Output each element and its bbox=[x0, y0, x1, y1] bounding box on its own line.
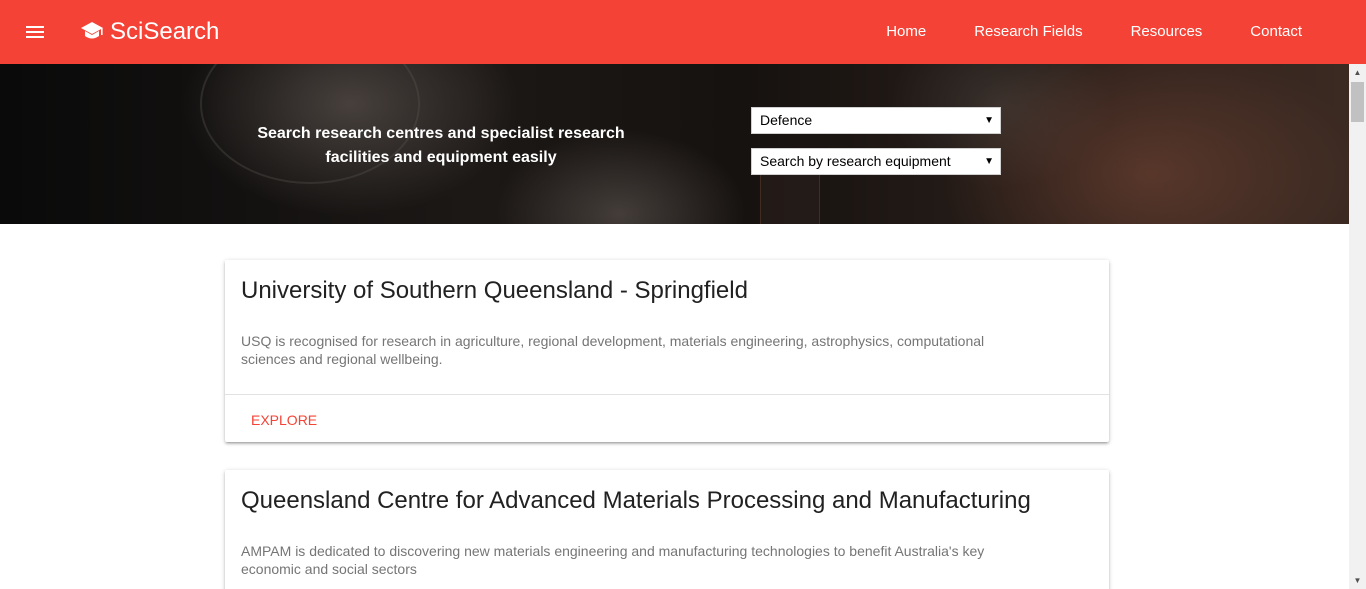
scroll-up-arrow-icon[interactable]: ▲ bbox=[1349, 64, 1366, 81]
brand-logo[interactable]: SciSearch bbox=[80, 16, 219, 48]
graduation-cap-icon bbox=[81, 22, 103, 39]
card-title: Queensland Centre for Advanced Materials… bbox=[241, 487, 1031, 514]
research-field-select-value: Defence bbox=[760, 112, 813, 128]
nav-link-contact[interactable]: Contact bbox=[1226, 0, 1326, 64]
scrollbar-thumb[interactable] bbox=[1351, 82, 1364, 122]
card-actions: EXPLORE bbox=[225, 394, 1109, 446]
search-type-select[interactable]: Search by research equipment ▼ bbox=[751, 148, 1001, 175]
explore-link[interactable]: EXPLORE bbox=[251, 395, 317, 446]
dropdown-arrow-icon: ▼ bbox=[984, 156, 994, 167]
nav-link-research-fields[interactable]: Research Fields bbox=[950, 0, 1106, 64]
scroll-down-arrow-icon[interactable]: ▼ bbox=[1349, 572, 1366, 589]
search-type-select-value: Search by research equipment bbox=[760, 153, 951, 169]
nav-link-resources[interactable]: Resources bbox=[1107, 0, 1227, 64]
hero-banner: Search research centres and specialist r… bbox=[0, 64, 1349, 224]
nav-link-home[interactable]: Home bbox=[862, 0, 950, 64]
hero-tagline-line: facilities and equipment easily bbox=[325, 149, 557, 166]
hamburger-menu-icon[interactable] bbox=[24, 20, 48, 44]
top-navbar: SciSearch Home Research Fields Resources… bbox=[0, 0, 1366, 64]
page-scrollbar[interactable]: ▲ ▼ bbox=[1349, 64, 1366, 589]
result-card: Queensland Centre for Advanced Materials… bbox=[225, 470, 1109, 589]
hero-tagline: Search research centres and specialist r… bbox=[241, 122, 641, 170]
brand-name: SciSearch bbox=[110, 18, 220, 45]
nav-links: Home Research Fields Resources Contact bbox=[862, 0, 1326, 64]
card-description: USQ is recognised for research in agricu… bbox=[241, 333, 985, 367]
card-description: AMPAM is dedicated to discovering new ma… bbox=[241, 543, 985, 577]
result-card: University of Southern Queensland - Spri… bbox=[225, 260, 1109, 442]
card-title: University of Southern Queensland - Spri… bbox=[241, 277, 748, 304]
hero-tagline-line: Search research centres and specialist r… bbox=[257, 125, 625, 142]
dropdown-arrow-icon: ▼ bbox=[984, 115, 994, 126]
research-field-select[interactable]: Defence ▼ bbox=[751, 107, 1001, 134]
